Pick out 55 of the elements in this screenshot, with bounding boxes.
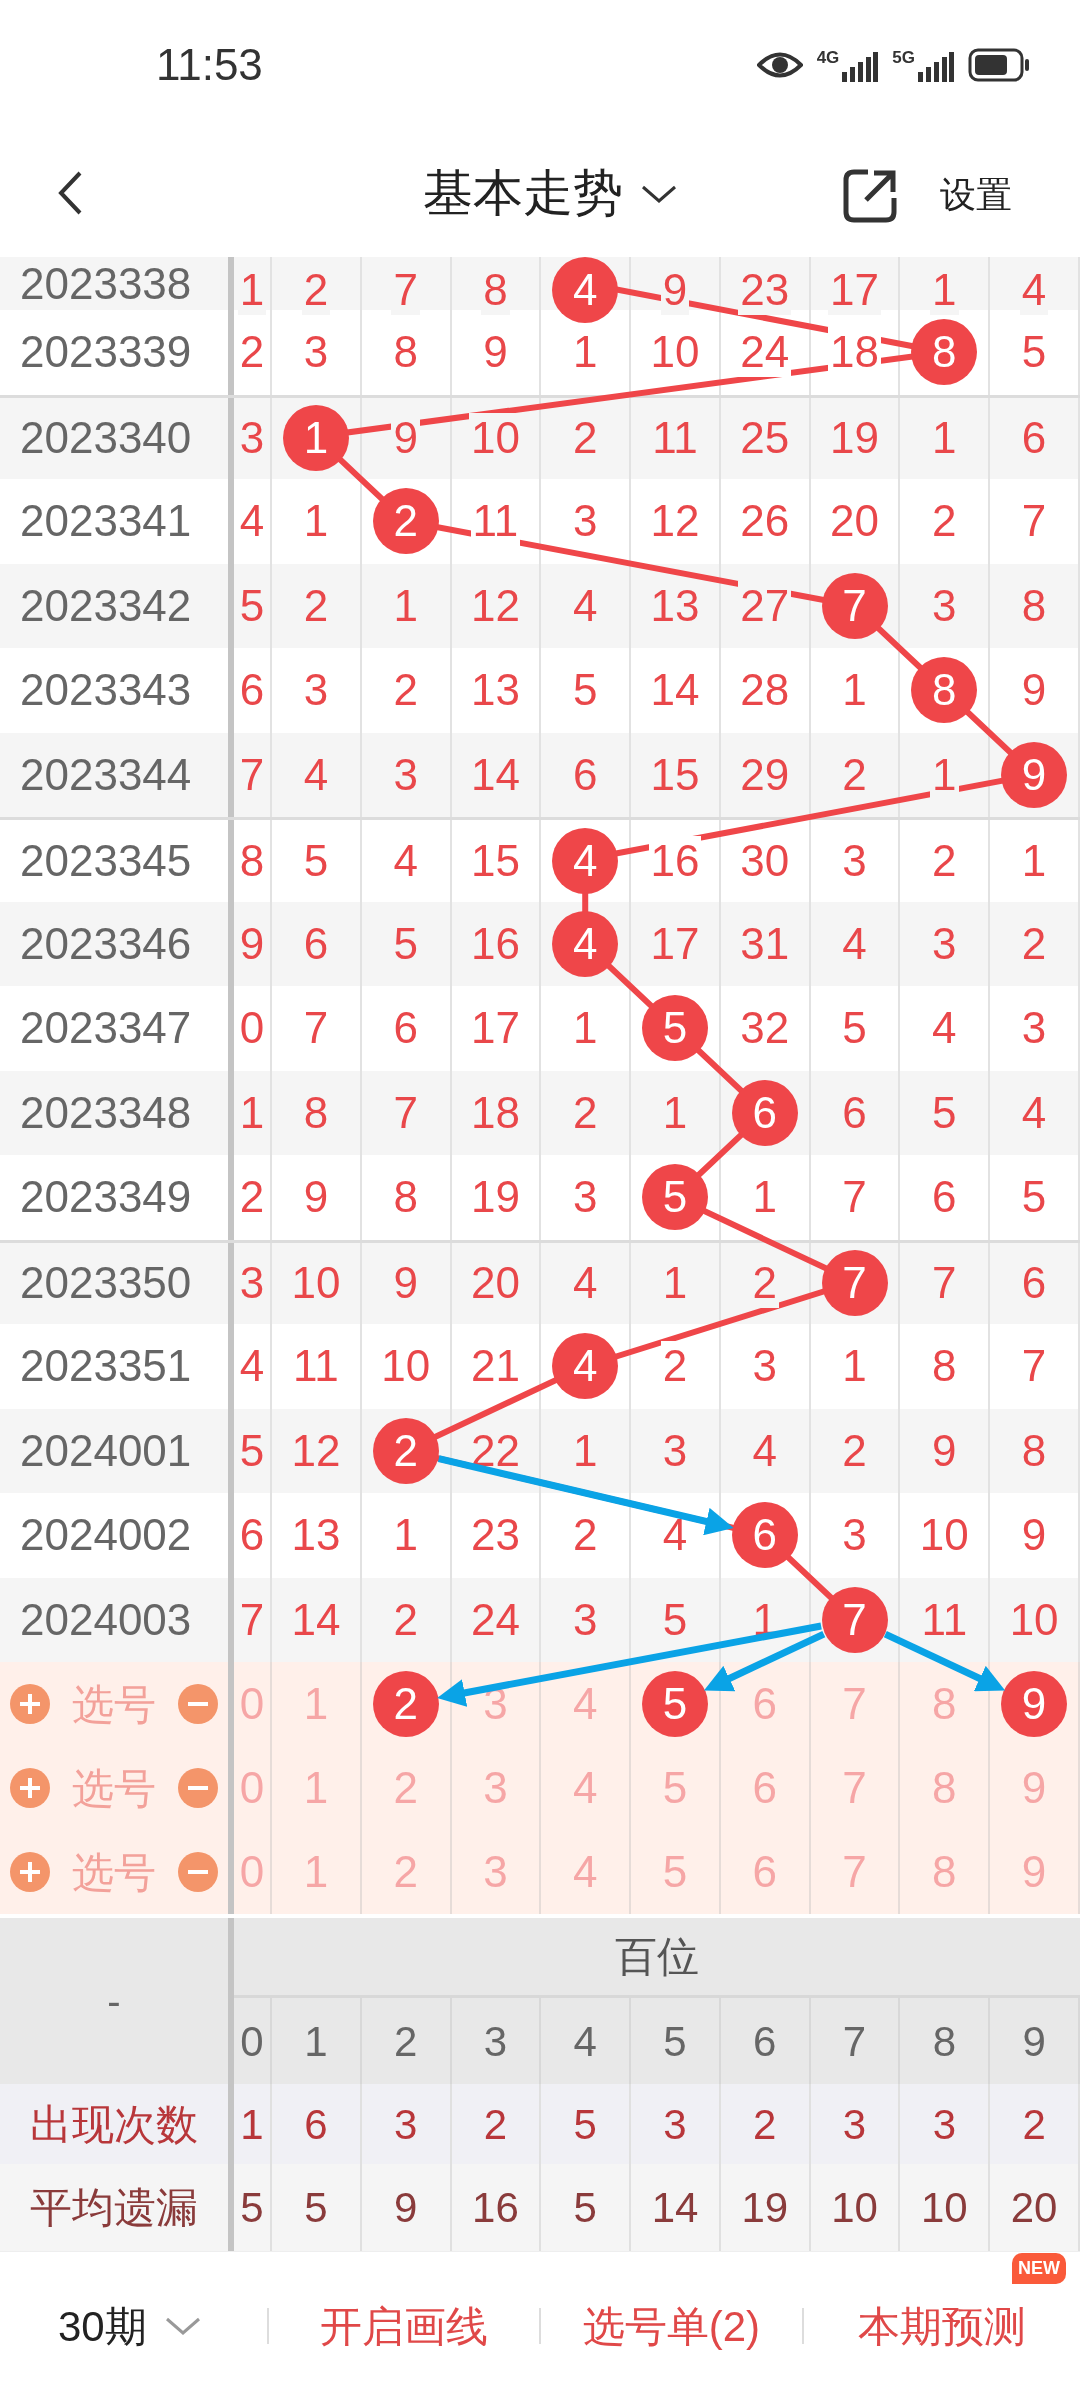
- chevron-down-icon: [164, 2316, 201, 2336]
- pick-number[interactable]: 3: [483, 1755, 508, 1821]
- pick-number[interactable]: 5: [662, 1755, 688, 1821]
- chevron-down-icon: [641, 183, 677, 204]
- plus-icon[interactable]: [10, 1852, 50, 1892]
- pick-number[interactable]: 9: [1021, 1839, 1047, 1905]
- pick-number[interactable]: 7: [842, 1671, 867, 1737]
- pick-number[interactable]: 1: [303, 1671, 329, 1737]
- pick-number[interactable]: 4: [572, 1839, 598, 1905]
- pick-number[interactable]: 3: [483, 1839, 508, 1905]
- clock-time: 11:53: [156, 39, 263, 91]
- network-label: 4G: [816, 48, 840, 66]
- pick-number[interactable]: 2: [393, 1839, 418, 1905]
- pick-label: 选号: [72, 1847, 156, 1898]
- action-button[interactable]: 选号单(2): [582, 2294, 761, 2358]
- eye-icon: [756, 50, 803, 80]
- pick-number[interactable]: 1: [303, 1839, 329, 1905]
- pick-number[interactable]: 4: [572, 1671, 598, 1737]
- pick-number[interactable]: 2: [393, 1755, 418, 1821]
- back-icon: [57, 170, 83, 216]
- pick-number[interactable]: 7: [842, 1755, 867, 1821]
- settings-button[interactable]: 设置: [940, 168, 1012, 222]
- pick-number[interactable]: 6: [752, 1839, 777, 1905]
- new-badge: NEW: [1012, 2252, 1066, 2284]
- share-icon[interactable]: [842, 168, 898, 224]
- plus-icon[interactable]: [10, 1684, 50, 1724]
- corner-label: -: [107, 1978, 121, 2025]
- action-button[interactable]: 本期预测: [857, 2294, 1026, 2358]
- signal-icon: [842, 51, 879, 82]
- signal-icon: [918, 51, 954, 82]
- minus-icon[interactable]: [178, 1684, 218, 1724]
- pick-number[interactable]: 0: [239, 1839, 265, 1905]
- plus-icon[interactable]: [10, 1768, 50, 1808]
- minus-icon[interactable]: [178, 1852, 218, 1892]
- pick-number[interactable]: 6: [752, 1671, 777, 1737]
- pick-number[interactable]: 0: [239, 1755, 265, 1821]
- minus-icon[interactable]: [178, 1768, 218, 1808]
- pick-number[interactable]: 5: [662, 1839, 688, 1905]
- pick-number[interactable]: 0: [239, 1671, 265, 1737]
- pick-number[interactable]: 9: [1021, 1755, 1047, 1821]
- pick-number[interactable]: 8: [932, 1671, 957, 1737]
- group-header: 百位: [615, 1932, 699, 1982]
- pick-number[interactable]: 8: [932, 1839, 957, 1905]
- pick-number[interactable]: 8: [932, 1755, 957, 1821]
- battery-icon: [968, 48, 1030, 82]
- pick-number[interactable]: 4: [572, 1755, 598, 1821]
- title-dropdown[interactable]: 基本走势: [423, 156, 677, 231]
- pick-label: 选号: [72, 1679, 156, 1730]
- pick-number[interactable]: 7: [842, 1839, 867, 1905]
- action-button[interactable]: 开启画线: [319, 2294, 488, 2358]
- period-dropdown[interactable]: 30期: [0, 2294, 267, 2358]
- pick-number[interactable]: 6: [752, 1755, 777, 1821]
- network-label: 5G: [892, 48, 915, 66]
- pick-label: 选号: [72, 1763, 156, 1814]
- pick-number[interactable]: 1: [303, 1755, 329, 1821]
